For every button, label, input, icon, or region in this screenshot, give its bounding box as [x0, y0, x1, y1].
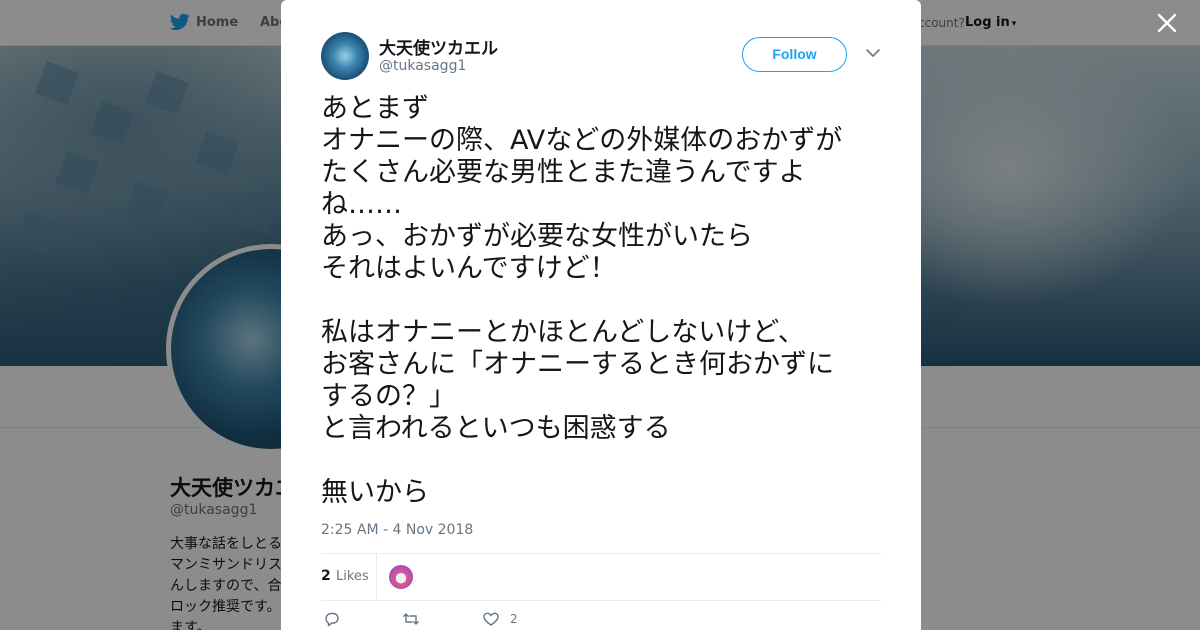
- author-name[interactable]: 大天使ツカエル: [379, 34, 498, 59]
- tweet-actions: 2: [321, 610, 621, 630]
- tweet-timestamp[interactable]: 2:25 AM - 4 Nov 2018: [321, 522, 473, 538]
- tweet-stats: 2 Likes: [321, 553, 881, 601]
- retweet-icon: [403, 613, 419, 625]
- retweet-button[interactable]: [402, 610, 420, 628]
- tweet-text: あとまず オナニーの際、AVなどの外媒体のおかずが たくさん必要な男性とまた違う…: [321, 93, 843, 508]
- heart-icon: [483, 612, 499, 626]
- author-avatar[interactable]: [321, 32, 369, 80]
- author-handle[interactable]: @tukasagg1: [379, 58, 466, 74]
- follow-button[interactable]: Follow: [742, 37, 847, 72]
- reply-button[interactable]: [323, 610, 341, 628]
- likes-label[interactable]: Likes: [336, 569, 369, 584]
- reply-icon: [325, 612, 339, 627]
- like-button[interactable]: 2: [482, 610, 518, 628]
- stats-divider: [376, 554, 377, 600]
- tweet-modal: 大天使ツカエル @tukasagg1 Follow あとまず オナニーの際、AV…: [281, 0, 921, 630]
- liker-avatar[interactable]: [389, 565, 413, 589]
- likes-count[interactable]: 2: [321, 568, 331, 584]
- chevron-down-icon[interactable]: [864, 44, 882, 62]
- close-icon[interactable]: [1154, 11, 1180, 37]
- like-count: 2: [510, 612, 518, 626]
